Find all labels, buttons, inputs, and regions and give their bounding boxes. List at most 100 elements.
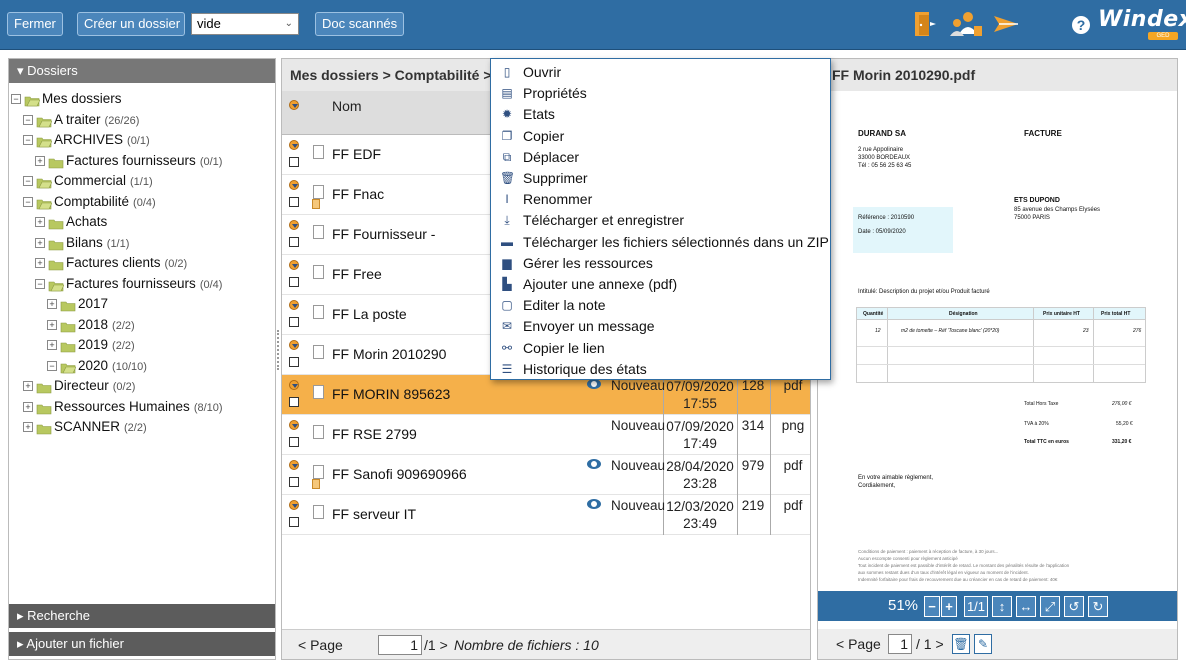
context-menu-item[interactable]: ▬ Télécharger les fichiers sélectionnés d…: [491, 232, 830, 253]
context-menu-item[interactable]: ✹ Etats: [491, 104, 830, 125]
tree-node[interactable]: − Mes dossiers: [11, 89, 273, 110]
tree-node[interactable]: − Commercial (1/1): [11, 171, 273, 192]
status-badge-icon[interactable]: [289, 340, 299, 350]
status-badge-icon[interactable]: [289, 180, 299, 190]
expand-icon[interactable]: +: [47, 299, 57, 310]
sort-badge-icon[interactable]: [289, 100, 299, 110]
row-checkbox[interactable]: [289, 237, 299, 247]
add-file-section-toggle[interactable]: ▸ Ajouter un fichier: [9, 632, 275, 656]
context-menu-item[interactable]: ▯ Ouvrir: [491, 62, 830, 83]
folder-type-select[interactable]: vide ⌄: [191, 13, 299, 35]
tree-node[interactable]: + Factures fournisseurs (0/1): [11, 151, 273, 172]
context-menu-item[interactable]: ☰ Historique des états: [491, 359, 830, 380]
tree-node[interactable]: + SCANNER (2/2): [11, 417, 273, 438]
expand-icon[interactable]: +: [23, 422, 33, 433]
file-name[interactable]: FF La poste: [332, 306, 407, 322]
fit-width-icon[interactable]: ↔: [1016, 596, 1036, 617]
preview-page-total[interactable]: / 1 >: [916, 629, 944, 659]
edit-icon[interactable]: ✎: [974, 634, 992, 654]
context-menu-item[interactable]: ▤ Propriétés: [491, 83, 830, 104]
file-name[interactable]: FF RSE 2799: [332, 426, 417, 442]
row-checkbox[interactable]: [289, 277, 299, 287]
expand-icon[interactable]: +: [35, 155, 45, 166]
help-icon[interactable]: ?: [1072, 16, 1090, 34]
expand-icon[interactable]: +: [23, 381, 33, 392]
prev-page-label[interactable]: < Page: [298, 630, 343, 660]
row-checkbox[interactable]: [289, 357, 299, 367]
table-row[interactable]: FF Sanofi 909690966 Nouveau 28/04/2020 23:2…: [282, 455, 810, 495]
status-badge-icon[interactable]: [289, 420, 299, 430]
status-badge-icon[interactable]: [289, 460, 299, 470]
search-section-toggle[interactable]: ▸ Recherche: [9, 604, 275, 628]
tree-node[interactable]: + Achats: [11, 212, 273, 233]
table-row[interactable]: FF serveur IT Nouveau 12/03/2020 23:49 219 pd…: [282, 495, 810, 535]
collapse-icon[interactable]: −: [23, 196, 33, 207]
tree-node[interactable]: + Bilans (1/1): [11, 233, 273, 254]
context-menu-item[interactable]: ▢ Editer la note: [491, 295, 830, 316]
file-name[interactable]: FF Fnac: [332, 186, 384, 202]
file-name[interactable]: FF Free: [332, 266, 382, 282]
fit-height-icon[interactable]: ↕: [992, 596, 1012, 617]
status-badge-icon[interactable]: [289, 220, 299, 230]
tree-node[interactable]: + Directeur (0/2): [11, 376, 273, 397]
collapse-icon[interactable]: −: [47, 360, 57, 371]
collapse-icon[interactable]: −: [35, 278, 45, 289]
file-name[interactable]: FF Fournisseur -: [332, 226, 435, 242]
collapse-icon[interactable]: −: [23, 176, 33, 187]
tree-node[interactable]: − Factures fournisseurs (0/4): [11, 274, 273, 295]
page-total-label[interactable]: /1 >: [424, 630, 448, 660]
tree-node[interactable]: + Ressources Humaines (8/10): [11, 397, 273, 418]
status-badge-icon[interactable]: [289, 500, 299, 510]
page-input[interactable]: 1: [378, 635, 422, 655]
tree-node[interactable]: − Comptabilité (0/4): [11, 192, 273, 213]
status-badge-icon[interactable]: [289, 380, 299, 390]
expand-icon[interactable]: +: [35, 258, 45, 269]
tree-node[interactable]: + Factures clients (0/2): [11, 253, 273, 274]
file-name[interactable]: FF MORIN 895623: [332, 386, 450, 402]
row-checkbox[interactable]: [289, 197, 299, 207]
expand-icon[interactable]: +: [47, 319, 57, 330]
zoom-out-button[interactable]: −: [924, 596, 940, 617]
row-checkbox[interactable]: [289, 477, 299, 487]
rotate-right-icon[interactable]: ↻: [1088, 596, 1108, 617]
context-menu-item[interactable]: I Renommer: [491, 189, 830, 210]
exit-door-icon[interactable]: [912, 10, 938, 38]
panel-splitter[interactable]: [277, 330, 280, 370]
tree-node[interactable]: +2017: [11, 294, 273, 315]
close-button[interactable]: Fermer: [7, 12, 63, 36]
file-name[interactable]: FF serveur IT: [332, 506, 416, 522]
context-menu-item[interactable]: 🗑 Supprimer: [491, 168, 830, 189]
trash-icon[interactable]: 🗑: [952, 634, 970, 654]
status-badge-icon[interactable]: [289, 140, 299, 150]
tree-node[interactable]: +2019 (2/2): [11, 335, 273, 356]
folders-header[interactable]: ▾ Dossiers: [9, 59, 275, 83]
tree-node[interactable]: +2018 (2/2): [11, 315, 273, 336]
column-name-header[interactable]: Nom: [332, 98, 362, 114]
row-checkbox[interactable]: [289, 157, 299, 167]
table-row[interactable]: FF MORIN 895623 Nouveau 07/09/2020 17:55 128…: [282, 375, 810, 415]
fullscreen-icon[interactable]: ⤢: [1040, 596, 1060, 617]
context-menu-item[interactable]: ✉ Envoyer un message: [491, 316, 830, 337]
table-row[interactable]: FF RSE 2799 Nouveau 07/09/2020 17:49 314 png: [282, 415, 810, 455]
row-checkbox[interactable]: [289, 317, 299, 327]
row-checkbox[interactable]: [289, 517, 299, 527]
context-menu-item[interactable]: ⤓ Télécharger et enregistrer: [491, 210, 830, 231]
preview-prev-page[interactable]: < Page: [836, 629, 881, 659]
status-badge-icon[interactable]: [289, 260, 299, 270]
eye-icon[interactable]: [587, 379, 601, 389]
status-badge-icon[interactable]: [289, 300, 299, 310]
eye-icon[interactable]: [587, 459, 601, 469]
expand-icon[interactable]: +: [23, 401, 33, 412]
file-name[interactable]: FF Morin 2010290: [332, 346, 446, 362]
fit-page-button[interactable]: 1/1: [964, 596, 988, 617]
preview-page-input[interactable]: 1: [888, 634, 912, 654]
zoom-in-button[interactable]: +: [941, 596, 957, 617]
eye-icon[interactable]: [587, 499, 601, 509]
tree-node[interactable]: − 2020 (10/10): [11, 356, 273, 377]
pdf-preview[interactable]: DURAND SA FACTURE 2 rue Appolinaire 3300…: [820, 93, 1177, 591]
context-menu-item[interactable]: ⚯ Copier le lien: [491, 338, 830, 359]
context-menu-item[interactable]: ❐ Copier: [491, 126, 830, 147]
tree-node[interactable]: − A traiter (26/26): [11, 110, 273, 131]
tree-node[interactable]: − ARCHIVES (0/1): [11, 130, 273, 151]
send-icon[interactable]: [992, 10, 1022, 38]
